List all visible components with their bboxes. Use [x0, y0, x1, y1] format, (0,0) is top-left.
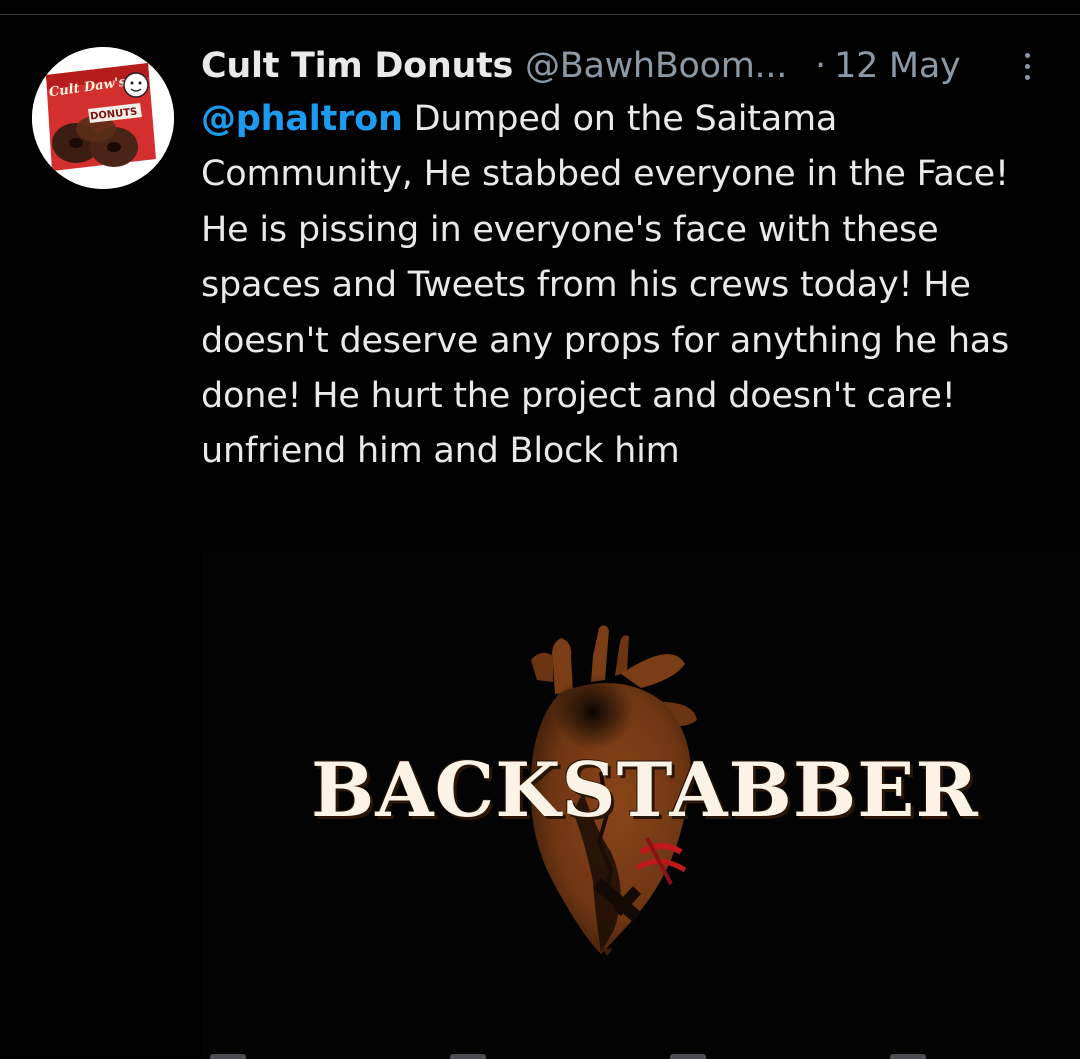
avatar-image: DONUTS Cult Daw's [32, 47, 174, 189]
tweet[interactable]: DONUTS Cult Daw's Cult Tim Donuts @BawhB… [0, 0, 1080, 1059]
more-options-button[interactable] [1012, 44, 1042, 88]
tweet-header: Cult Tim Donuts @BawhBoom... · 12 May [201, 40, 961, 92]
more-icon-dot [1024, 63, 1030, 69]
avatar[interactable]: DONUTS Cult Daw's [32, 47, 174, 189]
retweet-icon[interactable] [450, 1054, 486, 1059]
separator-dot: · [815, 46, 827, 86]
media-caption-backstabber: BACKSTABBER [311, 746, 979, 834]
more-icon-dot [1024, 52, 1030, 58]
share-icon[interactable] [890, 1054, 926, 1059]
tweet-media-image[interactable]: BACKSTABBER [201, 552, 1080, 1059]
user-handle[interactable]: @BawhBoom... [525, 40, 787, 92]
action-bar-partial [210, 1052, 930, 1059]
mention-link[interactable]: @phaltron [201, 99, 403, 139]
like-icon[interactable] [670, 1054, 706, 1059]
display-name[interactable]: Cult Tim Donuts [201, 40, 513, 92]
tweet-body: Dumped on the Saitama Community, He stab… [201, 99, 1010, 472]
more-icon-dot [1024, 74, 1030, 80]
tweet-text: @phaltron Dumped on the Saitama Communit… [201, 92, 1016, 480]
tweet-date[interactable]: 12 May [834, 40, 961, 92]
reply-icon[interactable] [210, 1054, 246, 1059]
